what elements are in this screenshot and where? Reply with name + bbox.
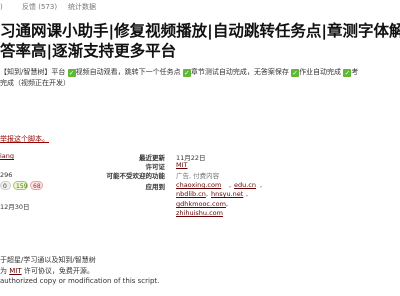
platform-note: 于超星/学习通以及知到/智慧树 xyxy=(0,256,96,264)
report-script-link[interactable]: 举报这个脚本。 xyxy=(0,134,49,144)
script-title-line2: 答率高|逐渐支持更多平台 xyxy=(0,42,177,60)
check-icon: ✓ xyxy=(67,69,76,77)
separator: , xyxy=(246,190,249,198)
desc-part4: 作业自动完成 xyxy=(299,68,342,76)
license-note-prefix: 为 xyxy=(0,267,7,275)
script-description-line1: 【知到/智慧树】平台 ✓视频自动观看，跳转下一个任务点 ✓章节测试自动完成，无答… xyxy=(0,67,400,77)
site-link[interactable]: edu.cn xyxy=(234,181,256,189)
license-note: 为 MIT 许可协议，免费开源。 xyxy=(0,266,94,276)
license-note-link[interactable]: MIT xyxy=(9,267,21,275)
check-icon: ✓ xyxy=(182,69,191,77)
applies-to-label: 应用到 xyxy=(145,183,166,191)
site-link[interactable]: chaoxing.com xyxy=(176,181,221,189)
created-date: 12月30日 xyxy=(0,203,30,211)
desc-part1: 【知到/智慧树】平台 xyxy=(0,68,66,76)
separator: , xyxy=(226,200,229,208)
check-icon: ✓ xyxy=(291,69,300,77)
site-link[interactable]: hnsyu.net xyxy=(211,190,243,198)
antifeature-label: 可能不受欢迎的功能 xyxy=(106,172,166,180)
tab-stats[interactable]: 统计数据 xyxy=(68,0,96,14)
script-title-line1: 习通网课小助手|修复视频播放|自动跳转任务点|章测字体解 xyxy=(0,22,400,40)
copyright-note: authorized copy or modification of this … xyxy=(0,277,160,285)
desc-part3: 章节测试自动完成，无答案保存 xyxy=(190,68,289,76)
separator: , xyxy=(206,190,209,198)
separator: , xyxy=(229,181,232,189)
script-description-line2: 完成（视频正在开发） xyxy=(0,79,70,87)
site-link[interactable]: zhihuishu.com xyxy=(176,209,223,217)
tab-bar: ) 反馈 (573) 统计数据 xyxy=(0,0,400,14)
license-note-suffix: 许可协议，免费开源。 xyxy=(23,267,94,275)
license-link[interactable]: MIT xyxy=(176,161,188,169)
tab-fragment[interactable]: ) xyxy=(0,0,3,14)
site-link[interactable]: nbdlib.cn xyxy=(176,190,206,198)
desc-part2: 视频自动观看，跳转下一个任务点 xyxy=(75,68,181,76)
tab-feedback[interactable]: 反馈 (573) xyxy=(22,0,57,14)
desc-part5: 考 xyxy=(351,68,359,76)
antifeature-value: 广告, 付费内容 xyxy=(176,172,220,180)
separator: , xyxy=(260,181,263,189)
site-link[interactable]: gdhkmooc.com xyxy=(176,200,226,208)
